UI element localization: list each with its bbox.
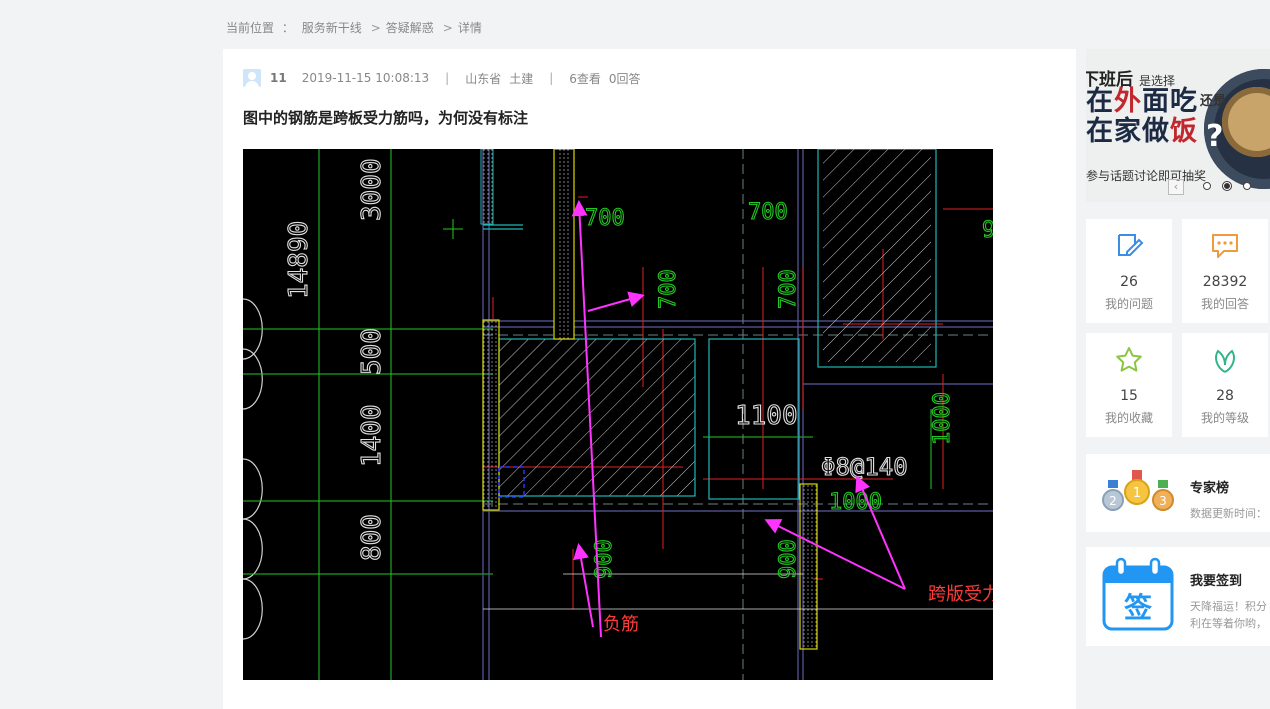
question-panel: 11 2019-11-15 10:08:13 | 山东省 土建 | 6查看 0回… [223,49,1076,709]
banner-dot-3[interactable] [1243,182,1251,190]
breadcrumb-link-service[interactable]: 服务新干线 [302,21,362,35]
dim-14890: 14890 [284,221,314,299]
dim-1400: 1400 [357,404,387,467]
rebar-spec-label: Φ8@140 [821,453,908,481]
dim-1100: 1100 [735,401,798,431]
breadcrumb-label: 当前位置 [226,21,275,35]
leaf-icon [1215,349,1235,373]
signin-text-line2: 利在等着你哟， [1190,617,1267,630]
stat-label: 我的回答 [1200,297,1249,311]
post-datetime: 2019-11-15 10:08:13 [301,71,430,85]
answer-count: 0回答 [608,71,641,86]
stat-my-level[interactable]: 28 我的等级 [1182,333,1268,437]
signin-title: 我要签到 [1190,574,1243,589]
dim-700-top-right: 700 [748,200,788,225]
banner-line4: 参与话题讨论即可抽奖 [1086,169,1207,183]
annotation-negative-rebar: 负筋 [603,614,639,635]
banner-headline: 在外面吃 还是 在家做饭 [1086,86,1227,147]
region: 山东省 [465,71,502,86]
stat-value: 26 [1120,274,1138,290]
username[interactable]: 11 [270,71,287,85]
stat-label: 我的收藏 [1104,411,1153,425]
signin-badge: 签 [1124,591,1152,624]
dim-3000: 3000 [357,158,387,221]
expert-title: 专家榜 [1190,481,1230,496]
stat-my-answers[interactable]: 28392 我的回答 [1182,219,1268,323]
star-icon [1116,347,1142,372]
breadcrumb-current: 详情 [457,21,482,35]
stat-label: 我的问题 [1104,297,1153,311]
dim-700-vert-b: 700 [776,269,801,309]
edit-icon [1118,234,1144,256]
signin-text-line1: 天降福运！积分 [1190,600,1267,613]
dim-1000-vert: 1000 [930,392,955,445]
annotation-cross-span-rebar: 跨版受力筋 [928,584,993,605]
banner-dot-1[interactable] [1203,182,1211,190]
expert-update-time: 数据更新时间： [1190,507,1267,520]
question-title: 图中的钢筋是跨板受力筋吗，为何没有标注 [243,109,529,127]
question-meta: 11 2019-11-15 10:08:13 | 山东省 土建 | 6查看 0回… [243,69,641,87]
stat-label: 我的等级 [1200,411,1249,425]
category-tag: 土建 [509,71,534,86]
breadcrumb-link-qa[interactable]: 答疑解惑 [386,21,434,35]
medals-icon: 2 1 3 [1102,470,1174,511]
dim-1000: 1000 [829,490,882,515]
stat-value: 15 [1120,388,1138,404]
dim-9-edge: 9 [982,218,993,243]
stat-value: 28392 [1202,274,1248,290]
dim-800: 800 [357,514,387,561]
stat-my-questions[interactable]: 26 我的问题 [1086,219,1172,323]
banner-question-mark: ? [1206,119,1224,154]
stat-my-favorites[interactable]: 15 我的收藏 [1086,333,1172,437]
svg-text:1: 1 [1133,486,1141,501]
cad-drawing-image[interactable]: 14890 3000 500 1400 800 1100 Φ8@140 700 … [243,149,993,680]
avatar[interactable] [243,69,261,87]
dim-500: 500 [357,328,387,375]
svg-text:3: 3 [1159,494,1167,508]
banner-dot-2[interactable] [1223,182,1231,190]
svg-text:2: 2 [1109,494,1117,508]
calendar-signin-icon: 签 [1102,557,1174,631]
stat-value: 28 [1216,388,1234,404]
dim-900-right: 900 [776,539,801,579]
expert-ranking-card[interactable]: 2 1 3 专家榜 数据更新时间： [1086,454,1270,532]
breadcrumb: 当前位置 ： 服务新干线 > 答疑解惑 > 详情 [226,21,482,35]
signin-card[interactable]: 签 我要签到 天降福运！积分 利在等着你哟， [1086,547,1270,646]
view-count: 6查看 [569,71,601,86]
banner-prev-arrow-icon[interactable]: ‹ [1168,179,1184,195]
chat-icon [1212,234,1238,258]
dim-700-top-left: 700 [585,206,625,231]
dim-700-vert-a: 700 [656,269,681,309]
promo-banner[interactable]: 下班后 是选择 在外面吃 还是 在家做饭 ? 参与话题讨论即可抽奖 ‹ [1086,49,1270,202]
